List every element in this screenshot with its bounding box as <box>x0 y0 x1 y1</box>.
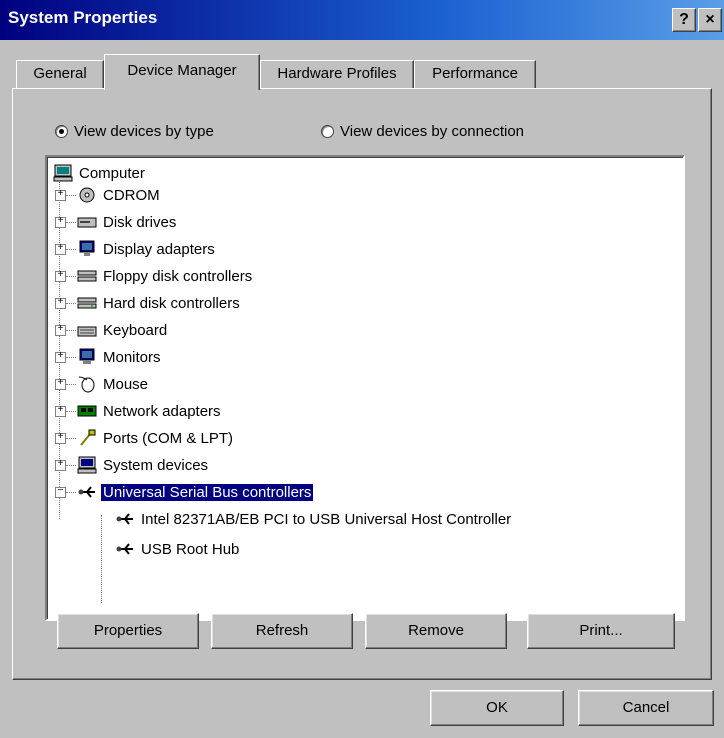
tree-node[interactable]: Keyboard <box>77 318 169 342</box>
tree-node[interactable]: Universal Serial Bus controllers <box>77 480 315 504</box>
computer-icon <box>53 164 73 182</box>
properties-button[interactable]: Properties <box>57 613 199 649</box>
tree-connector <box>66 249 76 250</box>
view-by-connection-label: View devices by connection <box>340 123 524 140</box>
tree-node[interactable]: Floppy disk controllers <box>77 264 254 288</box>
tree-connector <box>66 384 76 385</box>
tree-connector <box>66 465 76 466</box>
tree-node[interactable]: Network adapters <box>77 399 223 423</box>
expand-toggle-icon[interactable]: + <box>55 325 66 336</box>
expand-toggle-icon[interactable]: + <box>55 298 66 309</box>
print-button[interactable]: Print... <box>527 613 675 649</box>
disk-drive-icon <box>77 217 97 228</box>
expand-toggle-icon[interactable]: + <box>55 244 66 255</box>
tree-child-node[interactable]: USB Root Hub <box>115 537 241 561</box>
expand-toggle-icon[interactable]: + <box>55 271 66 282</box>
tree-node[interactable]: CDROM <box>77 183 162 207</box>
tree-label: USB Root Hub <box>141 540 240 558</box>
tree-node[interactable]: Disk drives <box>77 210 178 234</box>
tree-node[interactable]: Mouse <box>77 372 150 396</box>
port-icon <box>80 429 96 446</box>
hard-disk-controller-icon <box>77 297 97 309</box>
tree-node[interactable]: Ports (COM & LPT) <box>77 426 235 450</box>
expand-toggle-icon[interactable]: + <box>55 217 66 228</box>
keyboard-icon <box>77 326 97 337</box>
expand-toggle-icon[interactable]: + <box>55 190 66 201</box>
ok-button[interactable]: OK <box>430 690 564 726</box>
tree-node-computer[interactable]: Computer <box>53 161 147 185</box>
device-tree[interactable]: Computer + CDROM + Disk drives + Display adap… <box>45 155 685 621</box>
usb-icon <box>78 486 95 498</box>
tree-connector <box>66 303 76 304</box>
tree-child-node[interactable]: Intel 82371AB/EB PCI to USB Universal Ho… <box>115 507 513 531</box>
tree-label: CDROM <box>103 186 160 204</box>
window-title: System Properties <box>8 8 158 27</box>
tree-label: Hard disk controllers <box>103 294 240 312</box>
tab-hardware-profiles[interactable]: Hardware Profiles <box>260 60 414 89</box>
cancel-button[interactable]: Cancel <box>578 690 714 726</box>
view-by-connection-radio[interactable]: View devices by connection <box>321 123 524 140</box>
expand-toggle-icon[interactable]: + <box>55 433 66 444</box>
tab-device-manager[interactable]: Device Manager <box>104 54 260 90</box>
tree-label: Intel 82371AB/EB PCI to USB Universal Ho… <box>141 510 512 528</box>
floppy-controller-icon <box>77 270 97 282</box>
refresh-button[interactable]: Refresh <box>211 613 353 649</box>
display-adapter-icon <box>79 240 95 256</box>
collapse-toggle-icon[interactable]: − <box>55 487 66 498</box>
tree-label: Disk drives <box>103 213 177 231</box>
expand-toggle-icon[interactable]: + <box>55 460 66 471</box>
system-properties-window: System Properties ? × General Device Man… <box>0 0 724 738</box>
title-bar[interactable]: System Properties ? × <box>0 0 724 40</box>
mouse-icon <box>78 376 95 393</box>
cdrom-icon <box>79 187 95 203</box>
tree-connector <box>66 492 76 493</box>
usb-icon <box>116 513 133 525</box>
tab-general[interactable]: General <box>16 60 104 89</box>
network-adapter-icon <box>77 405 97 417</box>
help-button[interactable]: ? <box>672 8 696 32</box>
device-manager-panel: View devices by type View devices by con… <box>12 88 712 680</box>
view-by-type-radio[interactable]: View devices by type <box>55 123 214 140</box>
tree-label: Universal Serial Bus controllers <box>99 482 315 502</box>
tree-label: Floppy disk controllers <box>103 267 253 285</box>
tree-label: Monitors <box>103 348 161 366</box>
tree-label: Mouse <box>103 375 149 393</box>
tree-label: System devices <box>103 456 209 474</box>
tree-connector <box>101 515 102 603</box>
tree-connector <box>66 222 76 223</box>
view-by-type-label: View devices by type <box>74 123 214 140</box>
tree-node[interactable]: Hard disk controllers <box>77 291 242 315</box>
tree-label: Computer <box>79 164 145 182</box>
tree-label: Network adapters <box>103 402 221 420</box>
tree-label: Ports (COM & LPT) <box>103 429 234 447</box>
tree-connector <box>66 438 76 439</box>
expand-toggle-icon[interactable]: + <box>55 352 66 363</box>
expand-toggle-icon[interactable]: + <box>55 379 66 390</box>
expand-toggle-icon[interactable]: + <box>55 406 66 417</box>
tree-connector <box>66 330 76 331</box>
tree-label: Keyboard <box>103 321 168 339</box>
tree-connector <box>66 276 76 277</box>
tree-connector <box>66 195 76 196</box>
tree-node[interactable]: Monitors <box>77 345 163 369</box>
close-button[interactable]: × <box>698 8 722 32</box>
tree-connector <box>66 357 76 358</box>
tree-connector <box>66 411 76 412</box>
monitor-icon <box>79 348 95 364</box>
tree-node[interactable]: Display adapters <box>77 237 217 261</box>
radio-unselected-indicator <box>321 125 334 138</box>
tree-label: Display adapters <box>103 240 215 258</box>
tree-node[interactable]: System devices <box>77 453 210 477</box>
system-device-icon <box>77 456 97 474</box>
tab-performance[interactable]: Performance <box>414 60 536 89</box>
remove-button[interactable]: Remove <box>365 613 507 649</box>
usb-icon <box>116 543 133 555</box>
radio-selected-indicator <box>55 125 68 138</box>
